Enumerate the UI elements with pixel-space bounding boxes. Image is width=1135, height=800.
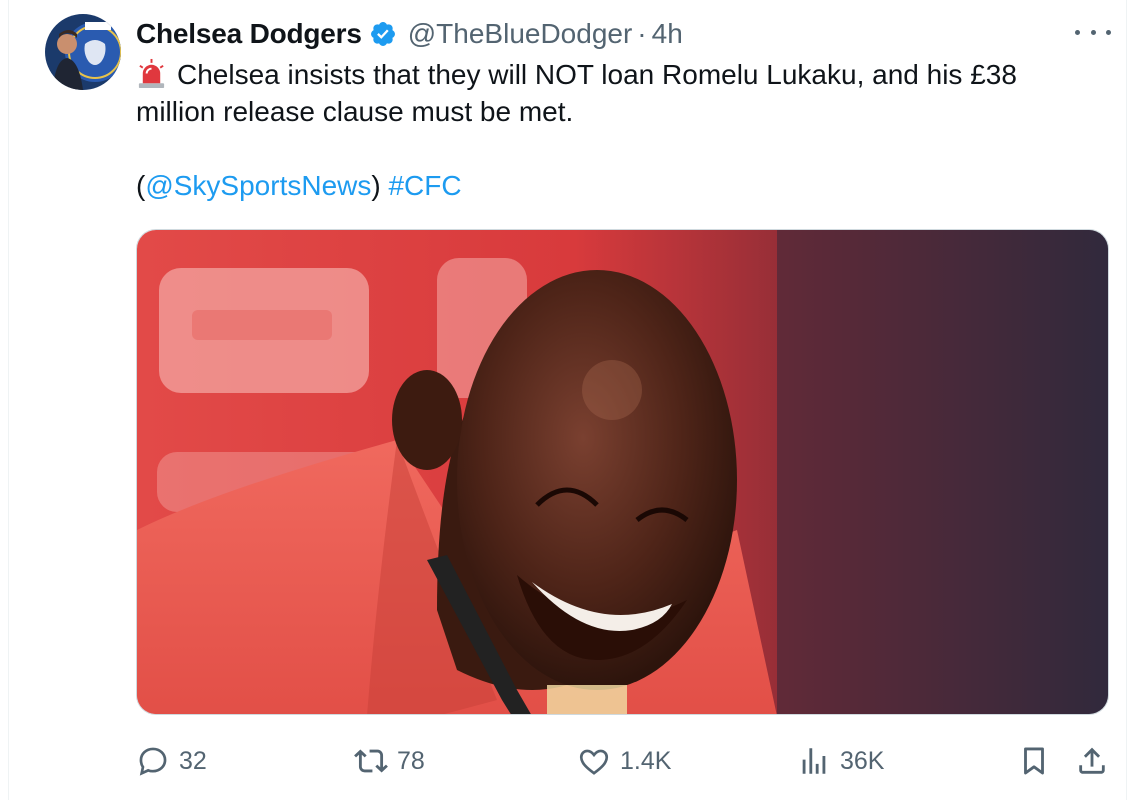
- bookmark-button[interactable]: [1017, 744, 1051, 778]
- tweet-text-line-4: (@SkySportsNews) #CFC: [136, 167, 1096, 204]
- tweet-text-line-1: Chelsea insists that they will NOT loan …: [136, 56, 1096, 93]
- mention-link[interactable]: @SkySportsNews: [145, 170, 371, 201]
- hashtag-link[interactable]: #CFC: [388, 170, 461, 201]
- views-count: 36K: [840, 746, 885, 775]
- like-icon: [579, 749, 609, 775]
- header-separator: ·: [637, 18, 647, 49]
- tweet-text-line2: million release clause must be met.: [136, 96, 574, 127]
- reply-icon: [139, 747, 167, 776]
- reply-count: 32: [179, 746, 207, 775]
- retweet-button[interactable]: 78: [354, 744, 425, 778]
- author-handle[interactable]: @TheBlueDodger: [408, 18, 633, 50]
- tweet-actions-bar: 32 78 1.4K 36K: [9, 738, 1135, 784]
- avatar-image: [45, 14, 121, 90]
- tweet-header: Chelsea Dodgers @TheBlueDodger · 4h: [136, 14, 683, 54]
- close-paren: ): [371, 170, 381, 201]
- author-display-name[interactable]: Chelsea Dodgers: [136, 18, 362, 50]
- views-button[interactable]: 36K: [797, 744, 884, 778]
- more-dot: [1090, 29, 1096, 35]
- tweet-text: Chelsea insists that they will NOT loan …: [136, 56, 1096, 204]
- share-button[interactable]: [1075, 744, 1109, 778]
- tweet-media-photo[interactable]: [136, 229, 1109, 715]
- like-count: 1.4K: [620, 746, 672, 775]
- more-options-icon[interactable]: [1075, 22, 1111, 42]
- reply-button[interactable]: 32: [136, 744, 207, 778]
- like-button[interactable]: 1.4K: [577, 744, 671, 778]
- bookmark-icon: [1024, 747, 1044, 775]
- text-spacer: [136, 130, 1096, 167]
- share-icon: [1079, 747, 1105, 774]
- more-dot: [1106, 29, 1111, 35]
- retweet-count: 78: [397, 746, 425, 775]
- police-siren-icon: [138, 58, 165, 89]
- media-photo: [137, 230, 1108, 714]
- tweet-card: Chelsea Dodgers @TheBlueDodger · 4h Chel…: [8, 0, 1127, 800]
- more-dot: [1075, 29, 1080, 35]
- tweet-text-line1: Chelsea insists that they will NOT loan …: [177, 59, 1017, 90]
- author-avatar[interactable]: [45, 14, 121, 90]
- retweet-icon: [354, 749, 388, 773]
- verified-badge-icon[interactable]: [369, 20, 397, 48]
- open-paren: (: [136, 170, 146, 201]
- tweet-timestamp[interactable]: 4h: [652, 18, 683, 50]
- views-icon: [802, 748, 826, 774]
